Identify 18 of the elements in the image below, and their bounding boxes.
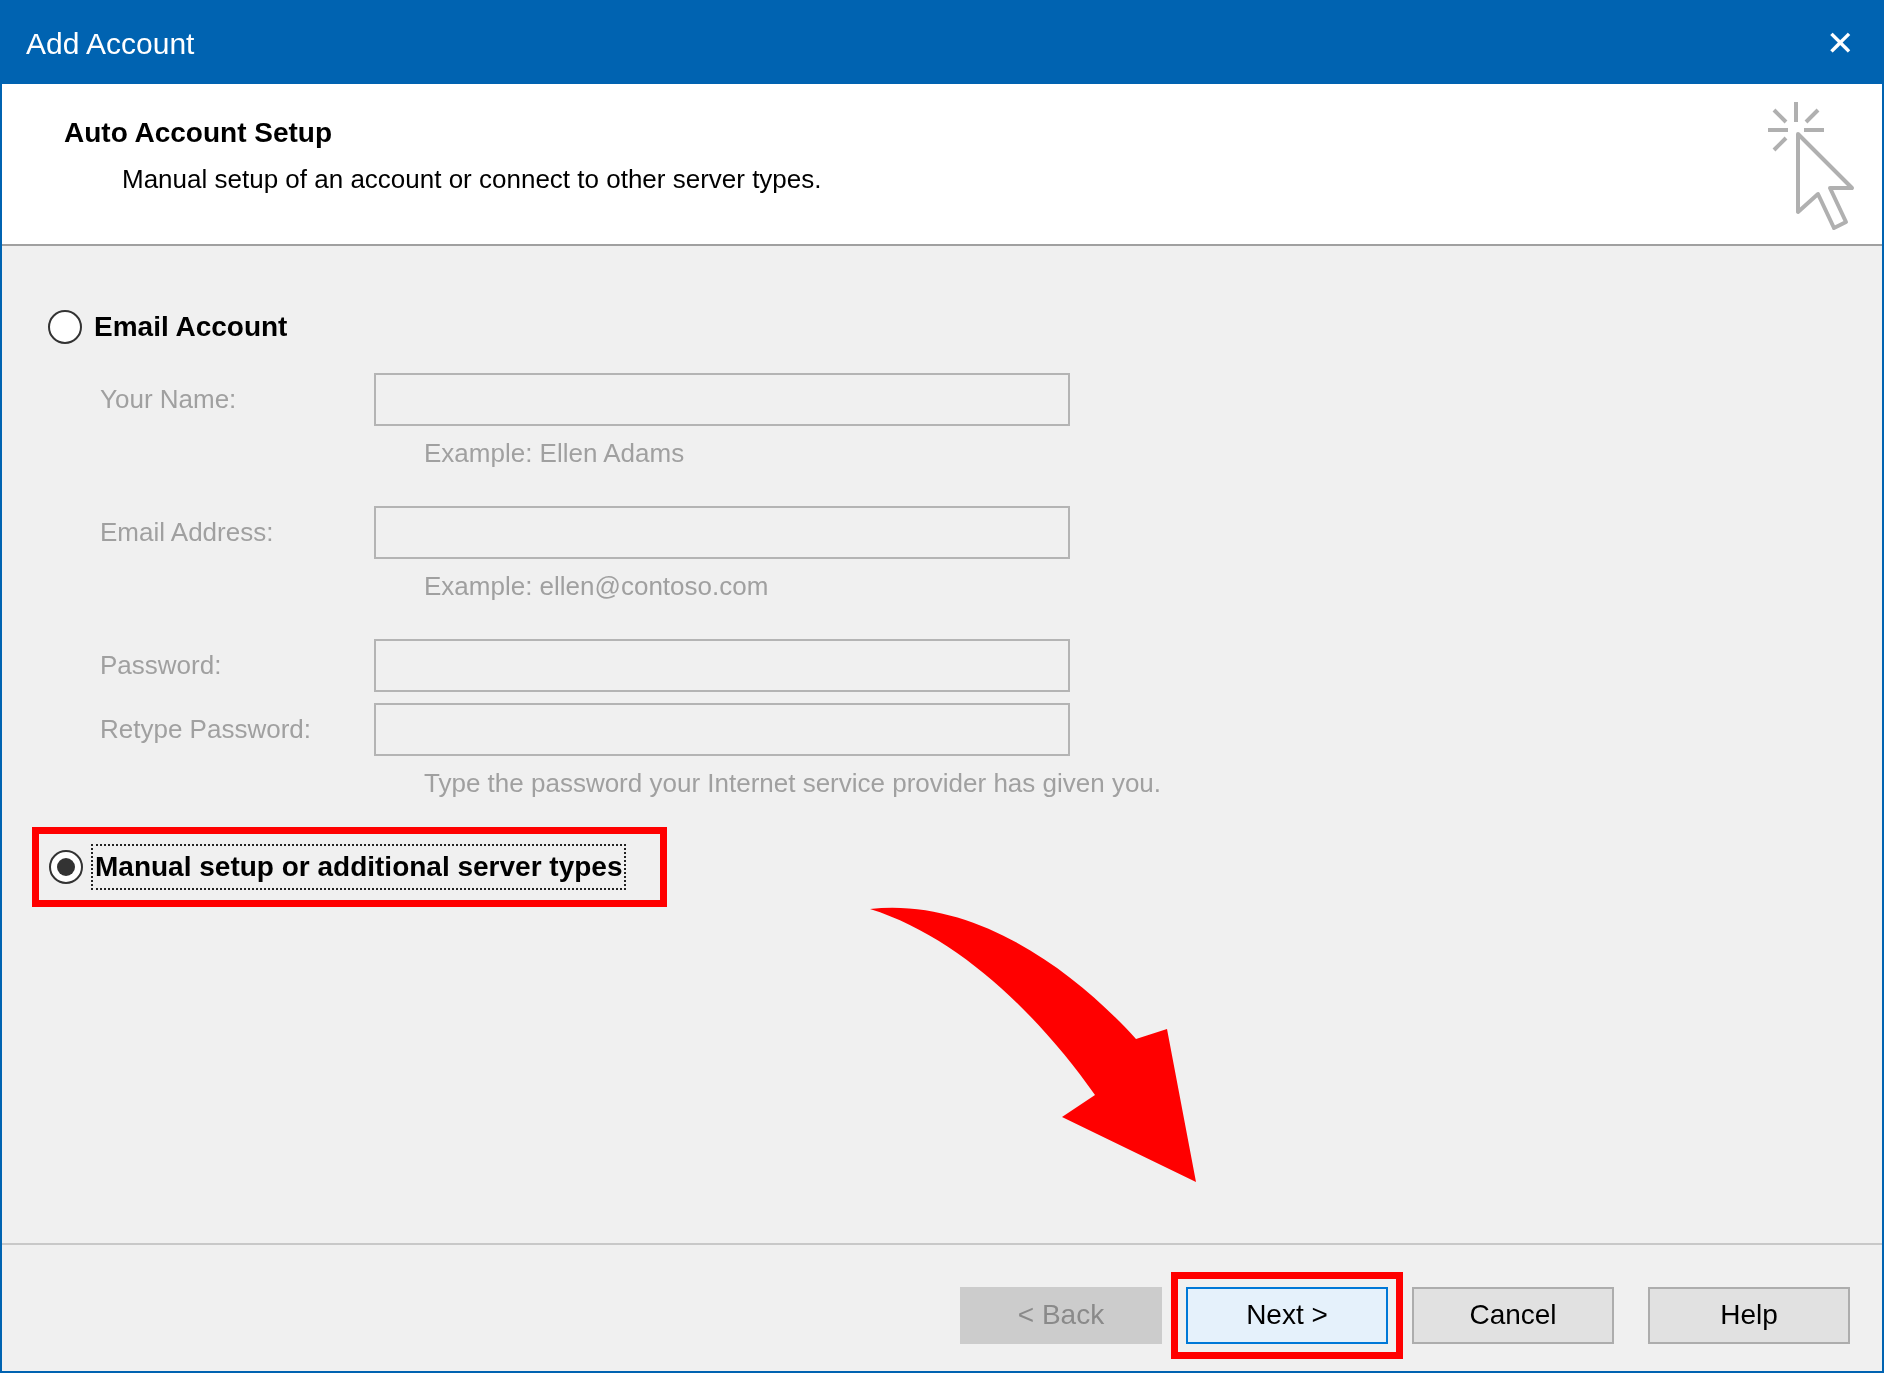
window-title: Add Account bbox=[26, 25, 195, 62]
radio-label[interactable]: Manual setup or additional server types bbox=[93, 846, 625, 888]
field-label: Password: bbox=[100, 649, 223, 682]
dialog-button[interactable]: Next > bbox=[1186, 1286, 1388, 1344]
field-label: Email Address: bbox=[100, 516, 275, 549]
radio-button[interactable] bbox=[48, 310, 82, 344]
hint-text: Type the password your Internet service provider has given you. bbox=[424, 767, 1162, 800]
header-subtitle: Manual setup of an account or connect to other server types. bbox=[121, 163, 822, 196]
radio-label[interactable]: Email Account bbox=[92, 306, 290, 348]
close-button[interactable]: ✕ bbox=[1818, 17, 1862, 69]
dialog-button[interactable]: Help bbox=[1648, 1286, 1850, 1344]
hint-text: Example: Ellen Adams bbox=[424, 437, 685, 470]
radio-button[interactable] bbox=[49, 850, 83, 884]
hint-text: Example: ellen@contoso.com bbox=[424, 570, 769, 603]
field-label: Your Name: bbox=[100, 383, 238, 416]
header-title: Auto Account Setup bbox=[64, 116, 334, 150]
field-label: Retype Password: bbox=[100, 713, 312, 746]
dialog-button[interactable]: Cancel bbox=[1412, 1286, 1614, 1344]
